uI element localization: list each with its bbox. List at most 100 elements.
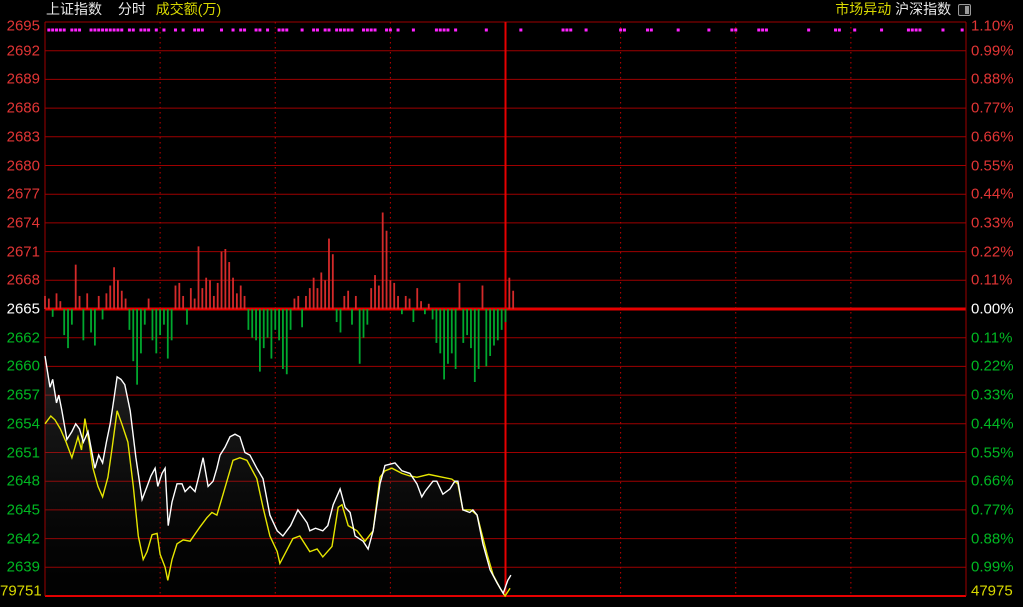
- signal-dot: [519, 29, 522, 32]
- signal-dot: [281, 29, 284, 32]
- signal-dot: [941, 29, 944, 32]
- signal-dot: [562, 29, 565, 32]
- signal-dot: [485, 29, 488, 32]
- signal-dot: [385, 29, 388, 32]
- signal-dot: [324, 29, 327, 32]
- signal-dot: [101, 29, 104, 32]
- signal-dot: [880, 29, 883, 32]
- signal-dot: [109, 29, 112, 32]
- signal-dot: [623, 29, 626, 32]
- price-axis-label: 2695: [0, 19, 40, 34]
- percent-axis-label: 0.33%: [971, 388, 1014, 403]
- signal-dot: [55, 29, 58, 32]
- signal-dot: [907, 29, 910, 32]
- signal-dot: [569, 29, 572, 32]
- signal-dot: [565, 29, 568, 32]
- percent-axis-label: 0.99%: [971, 43, 1014, 58]
- signal-dot: [343, 29, 346, 32]
- price-axis-label: 2683: [0, 129, 40, 144]
- percent-axis-label: 0.66%: [971, 474, 1014, 489]
- price-axis-label: 2648: [0, 474, 40, 489]
- signal-dot: [362, 29, 365, 32]
- signal-dot: [366, 29, 369, 32]
- percent-axis-label: 0.55%: [971, 158, 1014, 173]
- signal-dot: [397, 29, 400, 32]
- signal-dot: [278, 29, 281, 32]
- price-axis-label: 2665: [0, 302, 40, 317]
- signal-dot: [162, 29, 165, 32]
- signal-dot: [351, 29, 354, 32]
- price-axis-label: 2642: [0, 531, 40, 546]
- signal-dot: [301, 29, 304, 32]
- signal-dot: [59, 29, 62, 32]
- signal-dot: [197, 29, 200, 32]
- price-axis-label: 2645: [0, 502, 40, 517]
- price-axis-label: 2654: [0, 416, 40, 431]
- percent-axis-label: 0.44%: [971, 416, 1014, 431]
- signal-dot: [650, 29, 653, 32]
- signal-dot: [155, 29, 158, 32]
- signal-dot: [285, 29, 288, 32]
- signal-dot: [619, 29, 622, 32]
- signal-dot: [316, 29, 319, 32]
- signal-dot: [918, 29, 921, 32]
- signal-dot: [201, 29, 204, 32]
- volume-axis-max-right: 47975: [971, 584, 1013, 599]
- signal-dot: [312, 29, 315, 32]
- signal-dot: [435, 29, 438, 32]
- signal-dot: [443, 29, 446, 32]
- percent-axis-label: 0.22%: [971, 359, 1014, 374]
- percent-axis-label: 0.33%: [971, 215, 1014, 230]
- price-axis-label: 2668: [0, 273, 40, 288]
- signal-dot: [838, 29, 841, 32]
- signal-dot: [116, 29, 119, 32]
- signal-dot: [327, 29, 330, 32]
- signal-dot: [266, 29, 269, 32]
- signal-dot: [51, 29, 54, 32]
- price-axis-label: 2677: [0, 187, 40, 202]
- signal-dot: [120, 29, 123, 32]
- signal-dot: [90, 29, 93, 32]
- signal-dot: [143, 29, 146, 32]
- signal-dot: [93, 29, 96, 32]
- percent-axis-label: 0.99%: [971, 560, 1014, 575]
- signal-dot: [370, 29, 373, 32]
- signal-dot: [807, 29, 810, 32]
- percent-axis-label: 0.22%: [971, 244, 1014, 259]
- signal-dot: [243, 29, 246, 32]
- signal-dot: [757, 29, 760, 32]
- price-axis-label: 2660: [0, 359, 40, 374]
- signal-dot: [834, 29, 837, 32]
- price-axis-label: 2639: [0, 560, 40, 575]
- signal-dot: [389, 29, 392, 32]
- signal-dot: [915, 29, 918, 32]
- signal-dot: [374, 29, 377, 32]
- signal-dot: [765, 29, 768, 32]
- percent-axis-label: 0.77%: [971, 502, 1014, 517]
- percent-axis-label: 0.00%: [971, 302, 1014, 317]
- signal-dot: [128, 29, 131, 32]
- signal-dot: [220, 29, 223, 32]
- price-axis-label: 2692: [0, 43, 40, 58]
- signal-dot: [113, 29, 116, 32]
- signal-dot: [730, 29, 733, 32]
- price-axis-label: 2651: [0, 445, 40, 460]
- signal-dot: [439, 29, 442, 32]
- signal-dot: [454, 29, 457, 32]
- signal-dot: [339, 29, 342, 32]
- percent-axis-label: 1.10%: [971, 19, 1014, 34]
- signal-dot: [412, 29, 415, 32]
- signal-dot: [232, 29, 235, 32]
- signal-dot: [147, 29, 150, 32]
- signal-dot: [961, 29, 964, 32]
- signal-dot: [139, 29, 142, 32]
- volume-axis-max-left: 79751: [0, 584, 40, 599]
- signal-dot: [258, 29, 261, 32]
- signal-dot: [132, 29, 135, 32]
- signal-dot: [347, 29, 350, 32]
- percent-axis-label: 0.44%: [971, 187, 1014, 202]
- percent-axis-label: 0.77%: [971, 101, 1014, 116]
- signal-dot: [193, 29, 196, 32]
- signal-dot: [78, 29, 81, 32]
- intraday-chart-canvas[interactable]: [0, 0, 1023, 607]
